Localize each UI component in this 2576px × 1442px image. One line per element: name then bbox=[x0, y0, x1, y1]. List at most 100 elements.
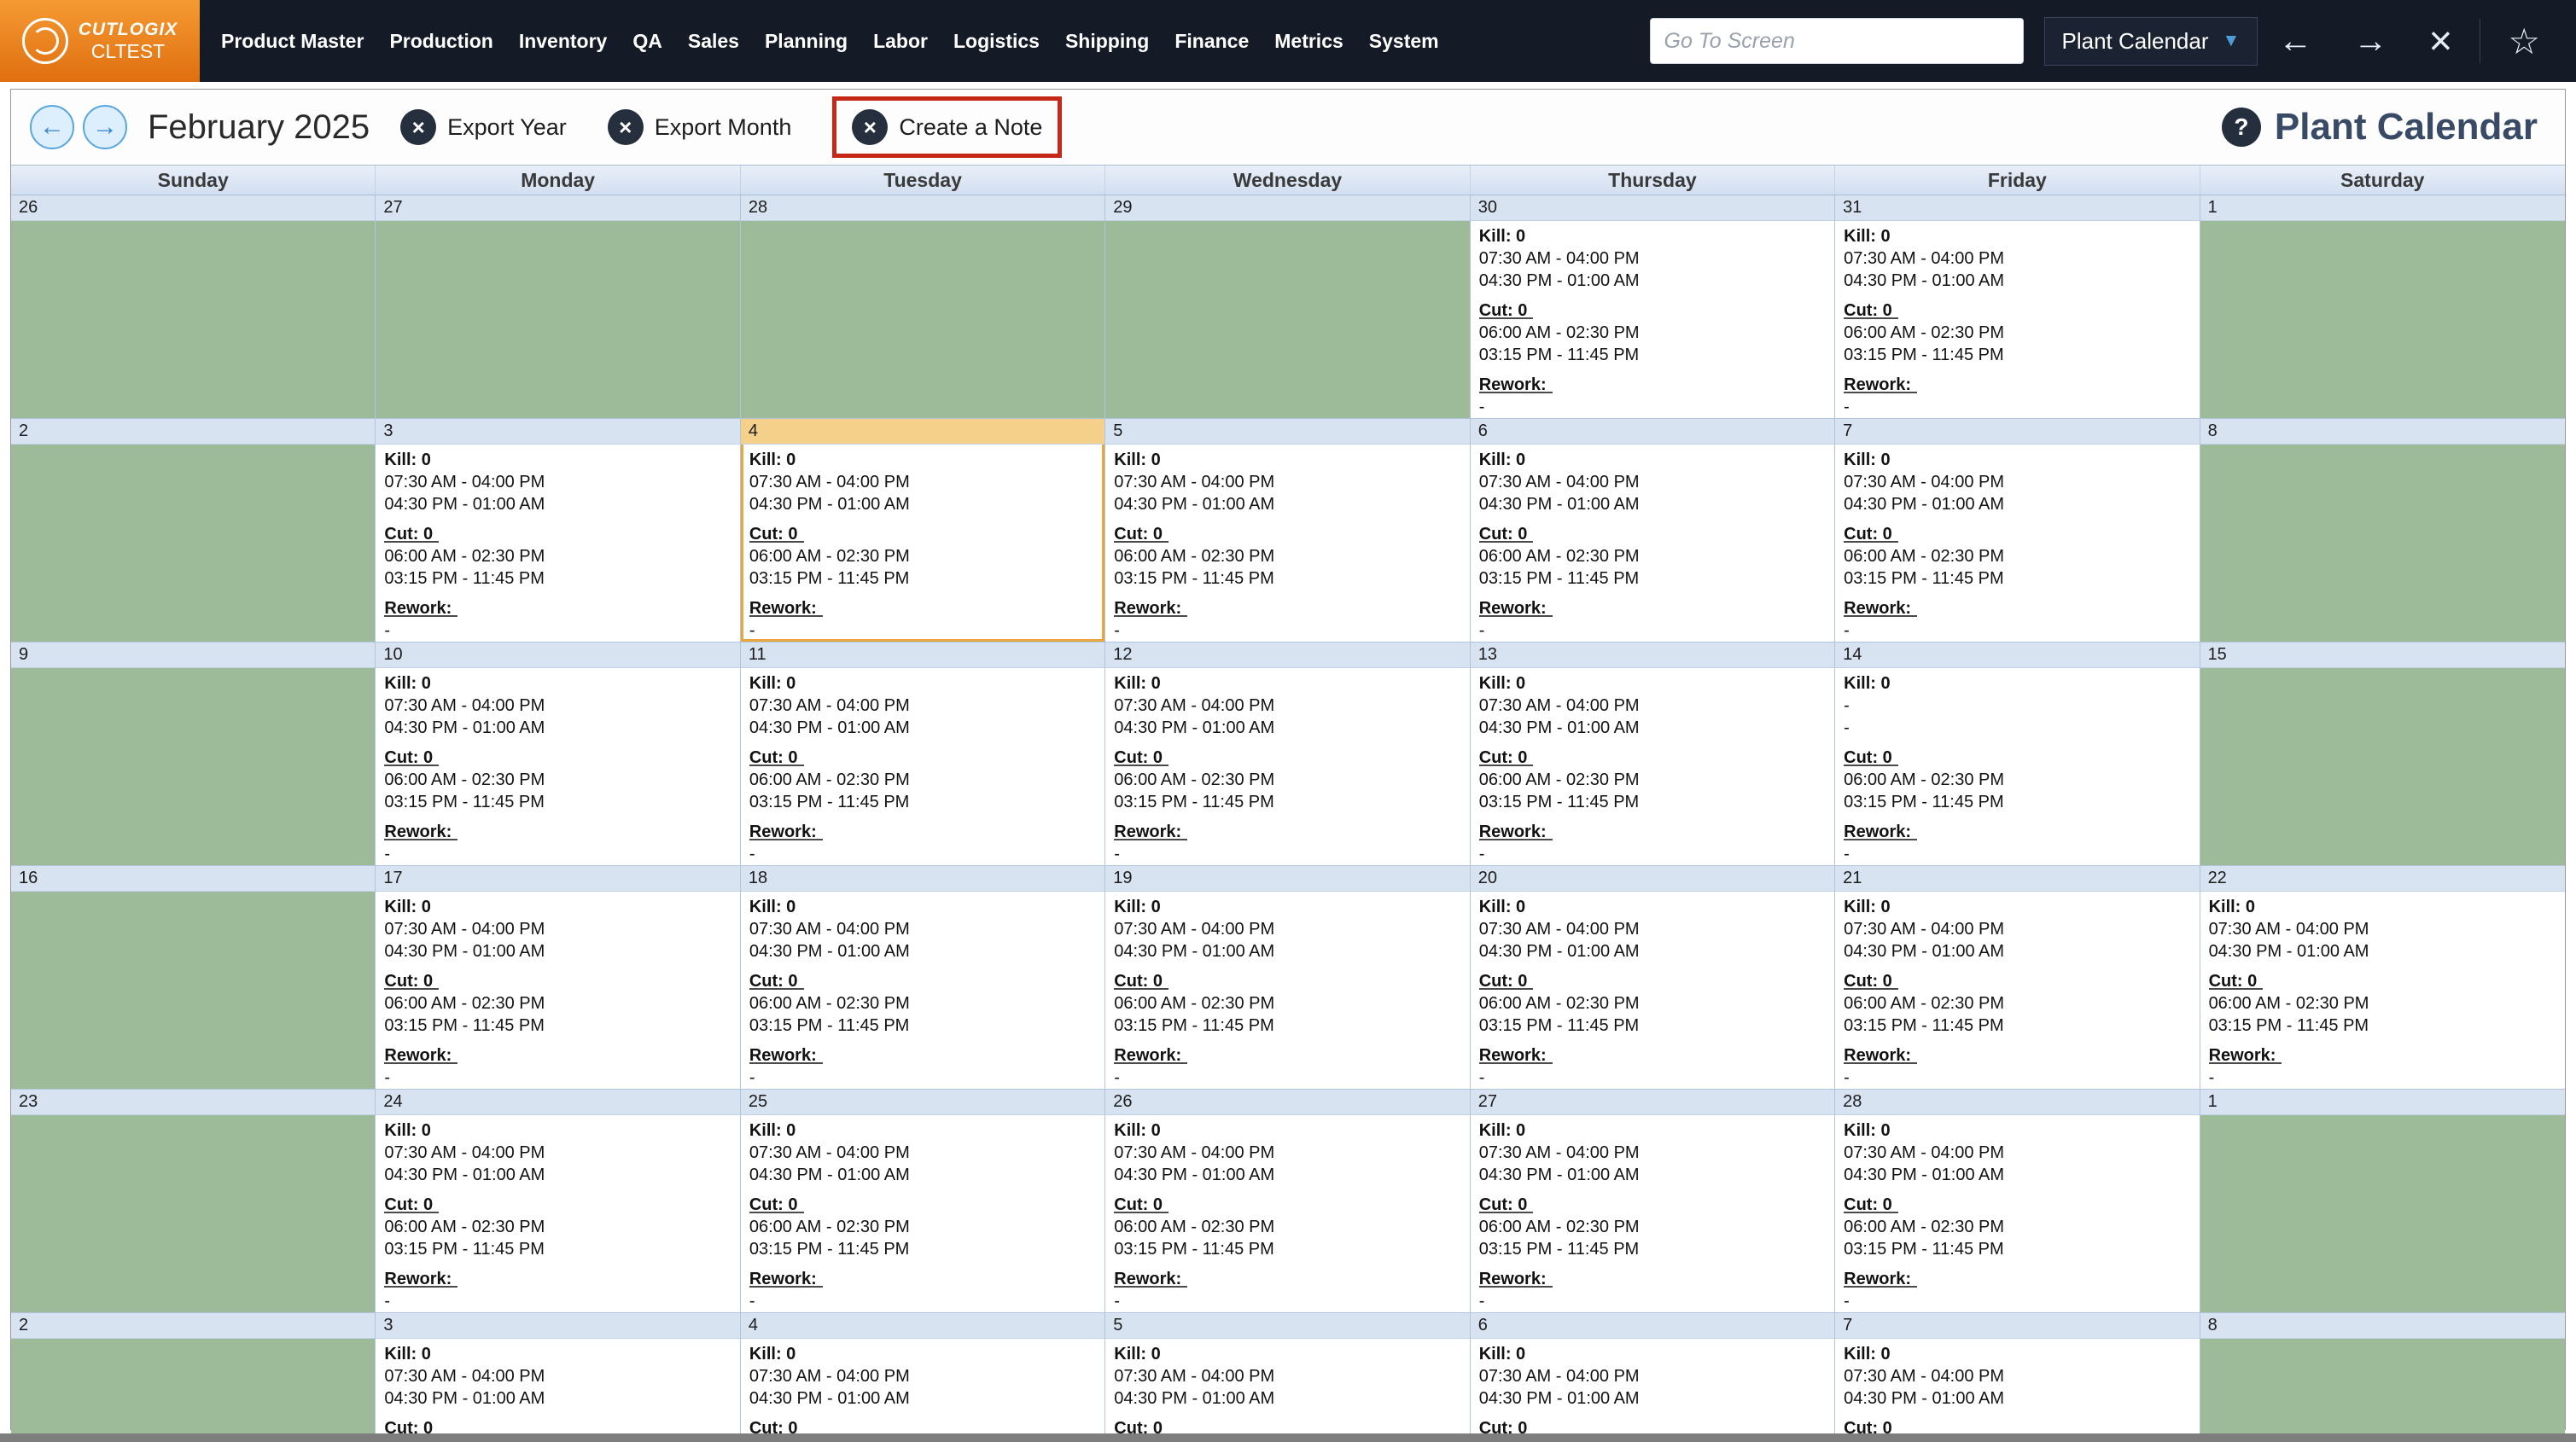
calendar-day-cell[interactable]: 3Kill: 007:30 AM - 04:00 PM04:30 PM - 01… bbox=[376, 419, 740, 643]
nav-item-logistics[interactable]: Logistics bbox=[941, 30, 1052, 53]
calendar-day-cell[interactable]: 17Kill: 007:30 AM - 04:00 PM04:30 PM - 0… bbox=[376, 866, 740, 1090]
calendar-day-cell[interactable]: 27Kill: 007:30 AM - 04:00 PM04:30 PM - 0… bbox=[1471, 1090, 1835, 1313]
nav-item-production[interactable]: Production bbox=[376, 30, 505, 53]
forward-button[interactable]: → bbox=[2333, 22, 2408, 61]
go-to-screen-input[interactable] bbox=[1650, 18, 2024, 64]
calendar-day-cell[interactable]: 1 bbox=[2200, 195, 2565, 419]
non-production-day bbox=[11, 892, 375, 1089]
cut-shift-time: 06:00 AM - 02:30 PM bbox=[1114, 769, 1464, 791]
cut-label-text: Cut: 0 bbox=[1844, 523, 1895, 545]
export-month-button[interactable]: × Export Month bbox=[608, 109, 792, 145]
calendar-day-cell[interactable]: 3Kill: 007:30 AM - 04:00 PM04:30 PM - 01… bbox=[376, 1313, 740, 1442]
help-button[interactable]: ? bbox=[2222, 108, 2261, 147]
calendar-day-cell[interactable]: 2 bbox=[11, 419, 376, 643]
calendar-day-cell[interactable]: 1 bbox=[2200, 1090, 2565, 1313]
calendar-day-cell[interactable]: 29 bbox=[1105, 195, 1470, 419]
day-schedule: Kill: 007:30 AM - 04:00 PM04:30 PM - 01:… bbox=[741, 892, 1104, 1089]
calendar-day-cell[interactable]: 19Kill: 007:30 AM - 04:00 PM04:30 PM - 0… bbox=[1105, 866, 1470, 1090]
nav-item-system[interactable]: System bbox=[1356, 30, 1452, 53]
nav-item-planning[interactable]: Planning bbox=[752, 30, 860, 53]
calendar-day-cell[interactable]: 7Kill: 007:30 AM - 04:00 PM04:30 PM - 01… bbox=[1835, 419, 2200, 643]
previous-month-button[interactable]: ← bbox=[30, 105, 74, 149]
non-production-day bbox=[2200, 1339, 2565, 1442]
calendar-day-cell[interactable]: 2 bbox=[11, 1313, 376, 1442]
calendar-day-cell[interactable]: 18Kill: 007:30 AM - 04:00 PM04:30 PM - 0… bbox=[741, 866, 1105, 1090]
calendar-day-cell[interactable]: 9 bbox=[11, 643, 376, 866]
calendar-day-cell[interactable]: 10Kill: 007:30 AM - 04:00 PM04:30 PM - 0… bbox=[376, 643, 740, 866]
day-number: 29 bbox=[1105, 195, 1469, 221]
nav-item-shipping[interactable]: Shipping bbox=[1052, 30, 1162, 53]
rework-label-text: Rework: bbox=[384, 597, 454, 619]
cut-label-text: Cut: 0 bbox=[1114, 523, 1165, 545]
day-number: 8 bbox=[2200, 1313, 2565, 1339]
calendar-day-cell[interactable]: 4Kill: 007:30 AM - 04:00 PM04:30 PM - 01… bbox=[741, 1313, 1105, 1442]
rework-value: - bbox=[1844, 1290, 2194, 1312]
rework-label-text: Rework: bbox=[1844, 374, 1914, 396]
calendar-day-cell[interactable]: 28 bbox=[741, 195, 1105, 419]
calendar-day-cell[interactable]: 21Kill: 007:30 AM - 04:00 PM04:30 PM - 0… bbox=[1835, 866, 2200, 1090]
nav-item-inventory[interactable]: Inventory bbox=[506, 30, 621, 53]
calendar-day-cell[interactable]: 22Kill: 007:30 AM - 04:00 PM04:30 PM - 0… bbox=[2200, 866, 2565, 1090]
nav-item-finance[interactable]: Finance bbox=[1162, 30, 1262, 53]
calendar-day-cell[interactable]: 7Kill: 007:30 AM - 04:00 PM04:30 PM - 01… bbox=[1835, 1313, 2200, 1442]
day-number: 30 bbox=[1471, 195, 1834, 221]
calendar-day-cell[interactable]: 6Kill: 007:30 AM - 04:00 PM04:30 PM - 01… bbox=[1471, 419, 1835, 643]
rework-label-text: Rework: bbox=[384, 821, 454, 843]
calendar-day-cell[interactable]: 12Kill: 007:30 AM - 04:00 PM04:30 PM - 0… bbox=[1105, 643, 1470, 866]
calendar-day-cell[interactable]: 8 bbox=[2200, 1313, 2565, 1442]
cut-label-text: Cut: 0 bbox=[1844, 970, 1895, 992]
next-month-button[interactable]: → bbox=[83, 105, 127, 149]
favorite-button[interactable]: ☆ bbox=[2487, 20, 2561, 62]
kill-shift-time: 04:30 PM - 01:00 AM bbox=[749, 940, 1099, 962]
rework-label: Rework: bbox=[1479, 597, 1829, 619]
calendar-day-cell[interactable]: 28Kill: 007:30 AM - 04:00 PM04:30 PM - 0… bbox=[1835, 1090, 2200, 1313]
cut-shift-time: 06:00 AM - 02:30 PM bbox=[1844, 545, 2194, 567]
calendar-day-cell[interactable]: 27 bbox=[376, 195, 740, 419]
brand-block[interactable]: CUTLOGIX CLTEST bbox=[0, 0, 200, 82]
cut-shift-time: 06:00 AM - 02:30 PM bbox=[1479, 545, 1829, 567]
calendar-day-cell[interactable]: 15 bbox=[2200, 643, 2565, 866]
cut-label-text: Cut: 0 bbox=[1114, 970, 1165, 992]
export-year-button[interactable]: × Export Year bbox=[400, 109, 567, 145]
kill-label: Kill: 0 bbox=[1479, 225, 1829, 247]
day-number: 25 bbox=[741, 1090, 1104, 1115]
screen-dropdown[interactable]: Plant Calendar ▼ bbox=[2044, 17, 2258, 66]
nav-item-sales[interactable]: Sales bbox=[675, 30, 752, 53]
nav-item-metrics[interactable]: Metrics bbox=[1262, 30, 1356, 53]
calendar-day-cell[interactable]: 30Kill: 007:30 AM - 04:00 PM04:30 PM - 0… bbox=[1471, 195, 1835, 419]
calendar-day-cell[interactable]: 14Kill: 0--Cut: 006:00 AM - 02:30 PM03:1… bbox=[1835, 643, 2200, 866]
kill-label: Kill: 0 bbox=[749, 1343, 1099, 1365]
calendar-day-cell[interactable]: 26Kill: 007:30 AM - 04:00 PM04:30 PM - 0… bbox=[1105, 1090, 1470, 1313]
nav-item-labor[interactable]: Labor bbox=[860, 30, 941, 53]
calendar-day-cell[interactable]: 16 bbox=[11, 866, 376, 1090]
calendar-day-cell[interactable]: 11Kill: 007:30 AM - 04:00 PM04:30 PM - 0… bbox=[741, 643, 1105, 866]
calendar-day-cell[interactable]: 4Kill: 007:30 AM - 04:00 PM04:30 PM - 01… bbox=[741, 419, 1105, 643]
calendar-day-cell[interactable]: 23 bbox=[11, 1090, 376, 1313]
back-button[interactable]: ← bbox=[2258, 22, 2333, 61]
calendar-day-cell[interactable]: 31Kill: 007:30 AM - 04:00 PM04:30 PM - 0… bbox=[1835, 195, 2200, 419]
create-note-button[interactable]: × Create a Note bbox=[852, 109, 1042, 145]
cut-shift-time: 03:15 PM - 11:45 PM bbox=[1114, 1015, 1464, 1037]
kill-label: Kill: 0 bbox=[1114, 449, 1464, 471]
kill-shift-time: 07:30 AM - 04:00 PM bbox=[1114, 695, 1464, 717]
close-button[interactable]: × bbox=[2408, 18, 2473, 65]
day-number: 26 bbox=[11, 195, 375, 221]
kill-label: Kill: 0 bbox=[1479, 1343, 1829, 1365]
calendar-day-cell[interactable]: 8 bbox=[2200, 419, 2565, 643]
nav-item-product-master[interactable]: Product Master bbox=[208, 30, 376, 53]
kill-label: Kill: 0 bbox=[1114, 1343, 1464, 1365]
rework-value: - bbox=[1844, 1067, 2194, 1089]
calendar-day-cell[interactable]: 20Kill: 007:30 AM - 04:00 PM04:30 PM - 0… bbox=[1471, 866, 1835, 1090]
calendar-day-cell[interactable]: 13Kill: 007:30 AM - 04:00 PM04:30 PM - 0… bbox=[1471, 643, 1835, 866]
calendar-day-cell[interactable]: 26 bbox=[11, 195, 376, 419]
calendar-day-cell[interactable]: 5Kill: 007:30 AM - 04:00 PM04:30 PM - 01… bbox=[1105, 1313, 1470, 1442]
nav-item-qa[interactable]: QA bbox=[620, 30, 675, 53]
kill-shift-time: 07:30 AM - 04:00 PM bbox=[1844, 471, 2194, 493]
calendar-day-cell[interactable]: 24Kill: 007:30 AM - 04:00 PM04:30 PM - 0… bbox=[376, 1090, 740, 1313]
calendar-day-cell[interactable]: 5Kill: 007:30 AM - 04:00 PM04:30 PM - 01… bbox=[1105, 419, 1470, 643]
calendar-day-cell[interactable]: 6Kill: 007:30 AM - 04:00 PM04:30 PM - 01… bbox=[1471, 1313, 1835, 1442]
kill-label: Kill: 0 bbox=[749, 449, 1099, 471]
cut-label-text: Cut: 0 bbox=[749, 1194, 801, 1216]
calendar-day-cell[interactable]: 25Kill: 007:30 AM - 04:00 PM04:30 PM - 0… bbox=[741, 1090, 1105, 1313]
cut-shift-time: 06:00 AM - 02:30 PM bbox=[2209, 992, 2560, 1015]
